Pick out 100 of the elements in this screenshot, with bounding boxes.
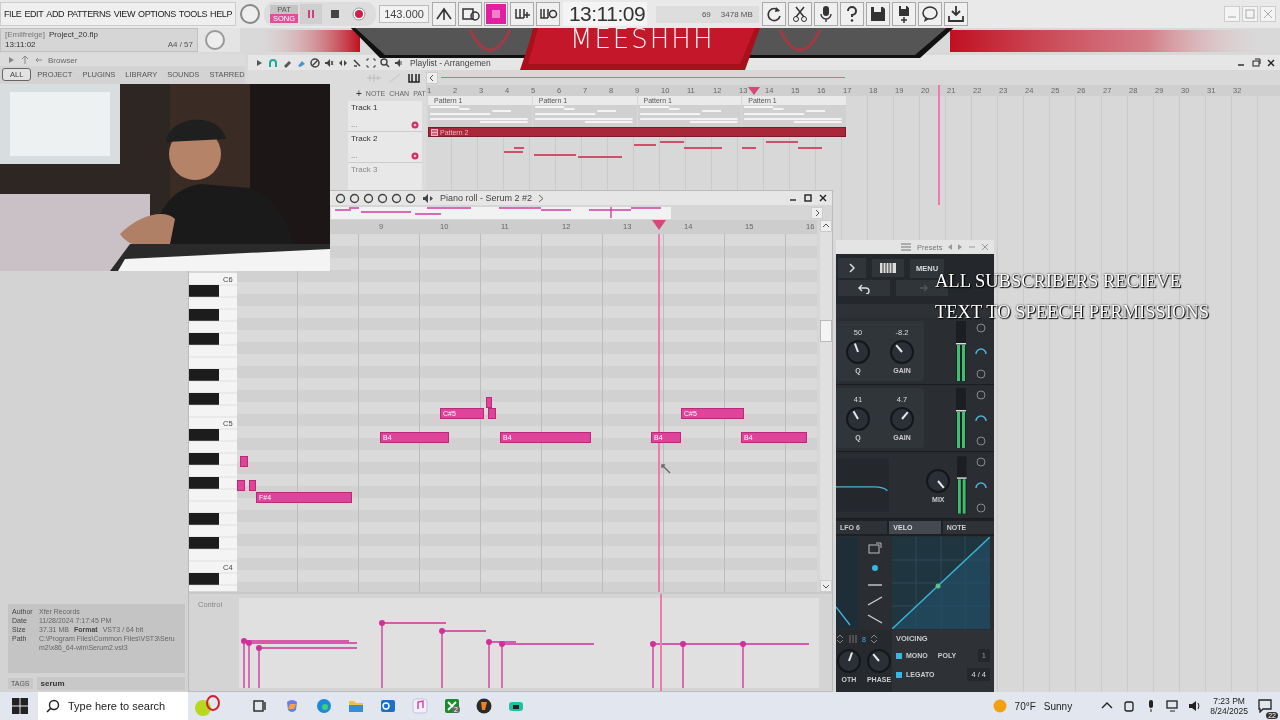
slip-icon[interactable] (338, 57, 348, 68)
close-button[interactable] (1266, 57, 1276, 68)
windows-start-icon[interactable] (12, 698, 28, 714)
mail-icon[interactable] (380, 698, 396, 714)
close-button[interactable] (818, 193, 828, 203)
chevron-icon[interactable] (538, 193, 545, 203)
knob[interactable] (866, 648, 892, 674)
volume-icon[interactable] (1188, 699, 1203, 713)
checkbox[interactable] (896, 652, 902, 659)
scissors-icon[interactable] (787, 2, 812, 26)
tennis-icon[interactable] (192, 694, 222, 718)
knob[interactable] (889, 339, 915, 365)
level-meter[interactable] (956, 388, 966, 448)
game-icon[interactable] (444, 698, 460, 714)
metronome-icon[interactable] (431, 2, 456, 26)
scrollbar-thumb[interactable] (820, 320, 832, 342)
level-meter[interactable] (956, 321, 966, 381)
menu-item[interactable]: HELP (210, 9, 233, 19)
scroll-right-button[interactable] (811, 206, 823, 219)
undo-icon[interactable] (838, 280, 890, 296)
scroll-left-button[interactable] (426, 71, 438, 84)
knob[interactable] (836, 648, 862, 674)
microphone-icon[interactable] (813, 2, 838, 26)
knob[interactable] (845, 339, 871, 365)
stepper-icon[interactable] (869, 634, 878, 644)
piano-keyboard[interactable] (189, 273, 237, 591)
music-icon[interactable] (412, 698, 428, 714)
piano-icon[interactable] (408, 72, 420, 83)
menu-item[interactable]: OPTIONS (138, 9, 176, 19)
next-button[interactable] (838, 258, 866, 278)
search-field[interactable]: Type here to search (66, 692, 188, 720)
menu-item[interactable]: PATTERNS (67, 9, 111, 19)
pause-button[interactable] (300, 4, 323, 24)
checkbox[interactable] (896, 671, 902, 678)
clock-time: 7:23 PM (1213, 696, 1245, 706)
knob[interactable] (889, 406, 915, 432)
loop-record-icon[interactable] (535, 2, 560, 26)
wait-icon[interactable] (457, 2, 482, 26)
chat-icon[interactable] (917, 2, 942, 26)
camera-icon[interactable] (1122, 699, 1137, 713)
restore-button[interactable] (1251, 57, 1261, 68)
menu-item[interactable]: ADD (46, 9, 65, 19)
add-track-button[interactable]: + (356, 87, 362, 99)
search-icon[interactable] (38, 692, 66, 720)
browser-title: Browser (48, 55, 78, 65)
knob[interactable] (925, 467, 952, 494)
clock-date: 8/24/2025 (1210, 706, 1248, 716)
stepper-icon[interactable] (836, 634, 844, 644)
up-icon[interactable] (20, 55, 30, 65)
project-time: 13:11:02 (5, 40, 36, 50)
expand-icon[interactable] (6, 55, 16, 65)
ramp-down-icon[interactable] (867, 614, 883, 624)
pattern-position: A4 / 57 (167, 40, 193, 50)
temperature: 70°F (1014, 700, 1036, 712)
menu-item[interactable]: FILE (4, 9, 22, 19)
level-meter[interactable] (957, 455, 967, 515)
scroll-up-button[interactable] (820, 220, 832, 232)
track-name: Track 1 (351, 103, 379, 112)
refresh-icon[interactable] (761, 2, 786, 26)
blend-icon[interactable] (509, 2, 534, 26)
fruit-app-icon[interactable] (476, 698, 492, 714)
playlist-title: Playlist - Arrangemen (410, 57, 491, 68)
save-as-icon[interactable] (891, 2, 916, 26)
pitch-knob[interactable] (239, 3, 262, 25)
browser-icon[interactable] (872, 259, 904, 277)
pattern-icon[interactable] (431, 128, 438, 136)
maximize-button[interactable] (803, 193, 813, 203)
copilot-icon[interactable] (284, 698, 300, 714)
flat-line-icon[interactable] (867, 582, 883, 588)
song-time: 13:11:09 (562, 2, 647, 26)
menu-item[interactable]: VIEW (113, 9, 136, 19)
task-view-icon[interactable] (252, 698, 268, 714)
arrow-icon[interactable] (254, 57, 264, 68)
help-icon[interactable] (839, 2, 864, 26)
ramp-up-icon[interactable] (867, 596, 883, 606)
menu-item[interactable]: TOOLS (178, 9, 208, 19)
tempo-field[interactable]: 143.000 (379, 5, 429, 23)
filter-icon[interactable] (974, 481, 989, 489)
banner-title: MEESHHH (570, 24, 715, 54)
weather-text: Sunny (1043, 700, 1073, 712)
record-dot-icon[interactable] (411, 151, 419, 160)
countdown-icon[interactable] (483, 2, 508, 26)
export-icon[interactable] (868, 542, 882, 554)
tags-field[interactable]: serum (36, 677, 185, 690)
network-icon[interactable] (1166, 699, 1181, 713)
memory-value: 3478 MB (720, 9, 753, 19)
knob[interactable] (845, 406, 871, 432)
menu-item[interactable]: EDIT (24, 9, 44, 19)
record-dot-icon[interactable] (411, 120, 419, 129)
scroll-down-button[interactable] (820, 580, 832, 592)
track-name: Track 2 (351, 134, 379, 143)
download-icon[interactable] (943, 2, 968, 26)
save-icon[interactable] (865, 2, 890, 26)
filter-icon[interactable] (974, 414, 988, 422)
cpu-value: 69 (701, 9, 711, 19)
folder-icon[interactable] (348, 698, 364, 714)
user-name: [Emilfreige] (5, 30, 45, 40)
mouse-cursor[interactable] (661, 464, 671, 474)
back-icon[interactable] (34, 55, 44, 65)
filter-icon[interactable] (974, 347, 988, 355)
